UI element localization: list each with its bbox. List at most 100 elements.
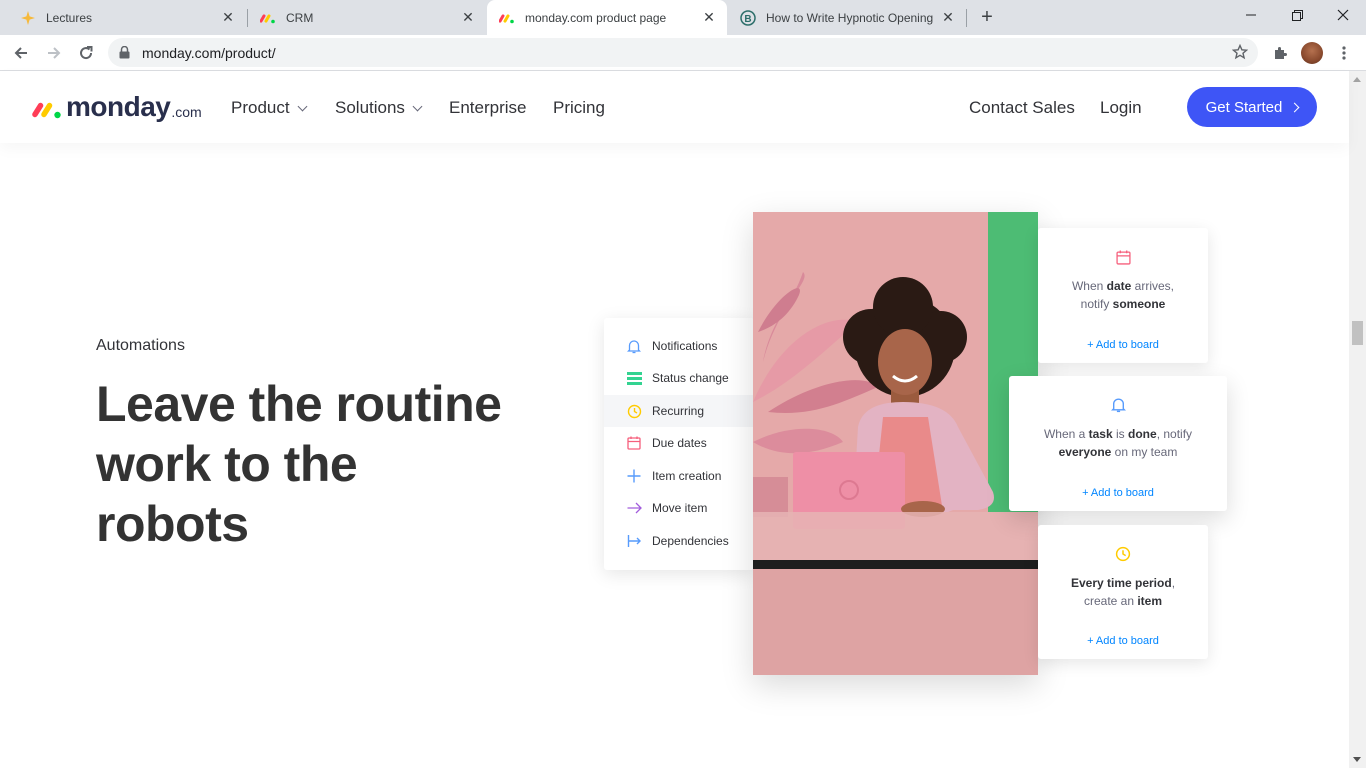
extensions-button[interactable] [1266, 39, 1294, 67]
tab-lectures[interactable]: Lectures ✕ [8, 0, 246, 35]
recipe-card-time-period[interactable]: Every time period, create an item + Add … [1038, 525, 1208, 659]
add-to-board-link[interactable]: + Add to board [1038, 635, 1208, 647]
headline-line: robots [96, 496, 249, 552]
reload-icon [80, 46, 93, 60]
login-link[interactable]: Login [1100, 98, 1142, 118]
scroll-thumb[interactable] [1352, 321, 1363, 345]
nav-label: Pricing [553, 98, 605, 117]
new-tab-button[interactable]: + [976, 6, 998, 28]
back-button[interactable] [7, 39, 35, 67]
scroll-up-arrow[interactable] [1353, 77, 1361, 82]
bookmark-star-icon[interactable] [1231, 43, 1249, 65]
menu-item-recurring[interactable]: Recurring [604, 395, 754, 427]
b-circle-favicon: B [740, 9, 756, 26]
tab-hypnotic-opening[interactable]: B How to Write Hypnotic Opening ✕ [728, 0, 966, 35]
tab-title: Lectures [46, 10, 93, 25]
close-icon[interactable]: ✕ [701, 9, 717, 26]
nav-enterprise[interactable]: Enterprise [449, 98, 526, 118]
recipe-text: When a task is done, notify everyone on … [1009, 425, 1227, 461]
menu-item-move-item[interactable]: Move item [604, 492, 754, 524]
chevron-right-icon [1289, 102, 1300, 112]
automation-category-menu: Notifications Status change Recurring Du… [604, 318, 754, 570]
menu-item-label: Status change [652, 371, 729, 385]
desk-edge [753, 560, 1038, 569]
page-scrollbar[interactable] [1349, 71, 1366, 768]
plus-icon [626, 468, 642, 484]
recipe-line: create an item [1083, 594, 1163, 608]
minimize-button[interactable] [1228, 0, 1274, 30]
logo-suffix: .com [171, 104, 202, 120]
desk-surface [753, 512, 1038, 562]
forward-button[interactable] [40, 39, 68, 67]
recipe-card-task-done[interactable]: When a task is done, notify everyone on … [1009, 376, 1227, 511]
monday-favicon [499, 10, 515, 26]
tab-title: CRM [286, 10, 314, 25]
calendar-icon [1114, 248, 1132, 266]
calendar-icon [626, 435, 642, 451]
puzzle-icon [1275, 47, 1287, 59]
close-icon[interactable]: ✕ [460, 9, 476, 26]
monday-favicon [260, 10, 276, 26]
kebab-menu-icon [1342, 46, 1346, 60]
menu-item-label: Dependencies [652, 534, 729, 548]
get-started-button[interactable]: Get Started [1187, 87, 1317, 127]
cta-label: Get Started [1205, 98, 1283, 116]
profile-button[interactable] [1298, 39, 1326, 67]
recipe-line: When a task is done, notify [1043, 427, 1193, 441]
restore-button[interactable] [1274, 0, 1320, 30]
svg-text:B: B [744, 14, 751, 25]
bell-icon [626, 338, 642, 354]
tab-monday-product[interactable]: monday.com product page ✕ [487, 0, 727, 35]
tab-crm[interactable]: CRM ✕ [248, 0, 486, 35]
contact-sales-link[interactable]: Contact Sales [969, 98, 1075, 118]
monday-logo-mark-icon [32, 102, 61, 119]
menu-button[interactable] [1330, 39, 1358, 67]
recipe-card-date[interactable]: When date arrives, notify someone + Add … [1038, 228, 1208, 363]
menu-item-due-dates[interactable]: Due dates [604, 427, 754, 459]
arrow-right-icon [48, 47, 61, 59]
menu-item-label: Item creation [652, 469, 722, 483]
address-bar[interactable]: monday.com/product/ [108, 38, 1258, 67]
headline-line: Leave the routine [96, 376, 502, 432]
dependency-icon [626, 533, 642, 549]
add-to-board-link[interactable]: + Add to board [1038, 339, 1208, 351]
nav-pricing[interactable]: Pricing [553, 98, 605, 118]
chevron-down-icon [412, 101, 423, 111]
clock-icon [626, 403, 642, 419]
desk-front [753, 569, 1038, 675]
close-icon[interactable]: ✕ [940, 9, 956, 26]
close-window-button[interactable] [1320, 0, 1366, 30]
monday-logo[interactable]: monday .com [32, 91, 202, 123]
recipe-line: notify someone [1080, 297, 1166, 311]
menu-item-label: Recurring [652, 404, 705, 418]
recipe-line: everyone on my team [1058, 445, 1178, 459]
site-header: monday .com Product Solutions Enterprise… [0, 71, 1349, 143]
url-text: monday.com/product/ [142, 45, 276, 61]
hero-headline: Leave the routine work to the robots [96, 374, 556, 554]
add-to-board-link[interactable]: + Add to board [1009, 487, 1227, 499]
menu-item-notifications[interactable]: Notifications [604, 330, 754, 362]
tab-title: How to Write Hypnotic Opening [766, 10, 934, 25]
bell-icon [1109, 396, 1127, 414]
nav-solutions[interactable]: Solutions [335, 98, 423, 118]
close-icon[interactable]: ✕ [220, 9, 236, 26]
tab-title: monday.com product page [525, 10, 667, 25]
recipe-text: When date arrives, notify someone [1038, 277, 1208, 313]
menu-item-label: Notifications [652, 339, 718, 353]
reload-button[interactable] [72, 39, 100, 67]
nav-product[interactable]: Product [231, 98, 308, 118]
menu-item-item-creation[interactable]: Item creation [604, 460, 754, 492]
nav-label: Product [231, 98, 290, 117]
hero-photo [753, 212, 1038, 675]
avatar [1301, 42, 1323, 64]
menu-item-label: Move item [652, 501, 708, 515]
arrow-left-icon [14, 47, 27, 59]
arrow-right-icon [626, 500, 642, 516]
tab-separator [966, 9, 967, 27]
menu-item-dependencies[interactable]: Dependencies [604, 525, 754, 557]
browser-toolbar: monday.com/product/ [0, 35, 1366, 71]
menu-item-status-change[interactable]: Status change [604, 362, 754, 394]
scroll-down-arrow[interactable] [1353, 757, 1361, 762]
section-eyebrow: Automations [96, 337, 185, 354]
lock-icon [119, 45, 130, 64]
